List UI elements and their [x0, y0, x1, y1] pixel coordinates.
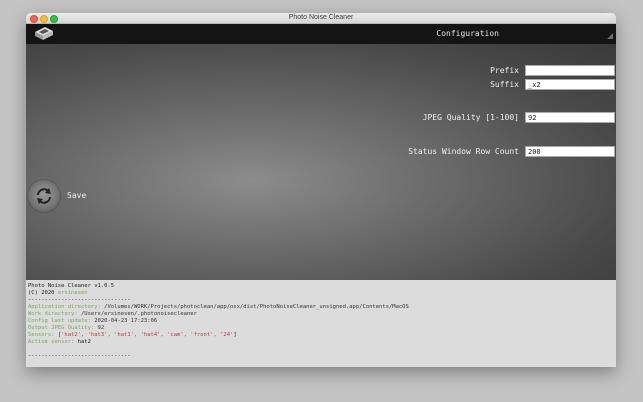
console-work-directory: Work directory: /Users/ersinesen/.photon… [28, 311, 197, 317]
page-title: Configuration [436, 29, 499, 38]
resize-grip-icon[interactable] [607, 33, 613, 39]
console-config-update: Config last update: 2020-04-23 17:23:06 [28, 318, 158, 324]
jpeg-quality-label: JPEG Quality [1-100] [422, 113, 519, 122]
console-app-directory: Application directory: /Volumes/WORK/Pro… [28, 304, 409, 310]
title-bar: Photo Noise Cleaner [26, 13, 616, 24]
app-logo-icon [35, 27, 53, 40]
console-active-sensor: Active sensor: hat2 [28, 339, 91, 345]
window-title: Photo Noise Cleaner [288, 14, 354, 21]
save-label: Save [67, 191, 87, 200]
status-row-count-input[interactable] [525, 146, 615, 157]
console-sensors: Sensors: ['hat2', 'hat3', 'hat1', 'hat4'… [28, 332, 237, 338]
suffix-input[interactable] [525, 79, 615, 90]
configuration-panel: Prefix Suffix JPEG Quality [1-100] Statu… [26, 44, 616, 280]
console-jpeg-quality: Output JPEG Quality: 92 [28, 325, 105, 331]
jpeg-quality-input[interactable] [525, 112, 615, 123]
save-button[interactable] [27, 179, 61, 213]
refresh-icon [37, 188, 51, 204]
app-window: Photo Noise Cleaner Configuration Prefix… [26, 13, 616, 367]
console-copyright: (C) 2020 ersinesen [28, 290, 88, 296]
status-console: Photo Noise Cleaner v1.0.5 (C) 2020 ersin… [26, 280, 616, 367]
console-version: Photo Noise Cleaner v1.0.5 [28, 283, 115, 289]
prefix-label: Prefix [490, 66, 519, 75]
console-separator-bottom: ------------------------------- [28, 353, 131, 359]
console-separator: ------------------------------- [28, 297, 131, 303]
prefix-input[interactable] [525, 65, 615, 76]
suffix-label: Suffix [490, 80, 519, 89]
app-header: Configuration [26, 24, 616, 44]
status-row-count-label: Status Window Row Count [408, 147, 519, 156]
